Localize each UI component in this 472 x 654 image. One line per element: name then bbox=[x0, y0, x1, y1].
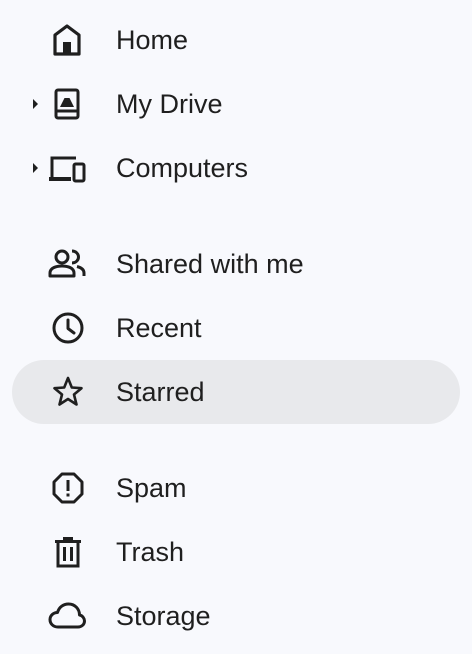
sidebar-item-label: Starred bbox=[116, 377, 205, 407]
expand-arrow-icon[interactable] bbox=[30, 97, 40, 111]
people-icon bbox=[48, 247, 86, 281]
spam-icon bbox=[48, 471, 86, 505]
expand-arrow-icon[interactable] bbox=[30, 161, 40, 175]
sidebar-item-label: Recent bbox=[116, 313, 202, 343]
sidebar-item-spam[interactable]: Spam bbox=[12, 456, 460, 520]
star-icon bbox=[48, 375, 86, 409]
sidebar-item-trash[interactable]: Trash bbox=[12, 520, 460, 584]
sidebar-item-label: Storage bbox=[116, 601, 211, 631]
sidebar-item-recent[interactable]: Recent bbox=[12, 296, 460, 360]
sidebar-item-label: My Drive bbox=[116, 89, 223, 119]
sidebar-item-label: Trash bbox=[116, 537, 185, 567]
sidebar-item-home[interactable]: Home bbox=[12, 8, 460, 72]
sidebar-item-my-drive[interactable]: My Drive bbox=[12, 72, 460, 136]
clock-icon bbox=[48, 311, 86, 345]
sidebar-item-starred[interactable]: Starred bbox=[12, 360, 460, 424]
sidebar-item-label: Shared with me bbox=[116, 249, 304, 279]
sidebar-item-storage[interactable]: Storage bbox=[12, 584, 460, 648]
sidebar-item-label: Computers bbox=[116, 153, 249, 183]
drive-sidebar-nav: Home My Drive Computers Shared with me R… bbox=[0, 0, 472, 654]
sidebar-item-shared-with-me[interactable]: Shared with me bbox=[12, 232, 460, 296]
cloud-icon bbox=[48, 599, 86, 633]
sidebar-item-label: Spam bbox=[116, 473, 187, 503]
trash-icon bbox=[48, 535, 86, 569]
sidebar-item-computers[interactable]: Computers bbox=[12, 136, 460, 200]
home-icon bbox=[48, 23, 86, 57]
drive-icon bbox=[48, 87, 86, 121]
sidebar-item-label: Home bbox=[116, 25, 189, 55]
computers-icon bbox=[48, 151, 86, 185]
